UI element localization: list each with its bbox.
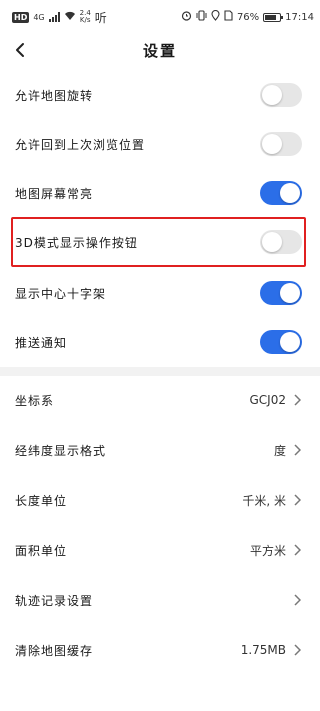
setting-row-length-unit[interactable]: 长度单位 千米, 米 <box>0 476 320 524</box>
setting-value: 1.75MB <box>240 643 286 657</box>
chevron-right-icon <box>292 443 302 457</box>
setting-value-group: 平方米 <box>250 542 302 559</box>
toggle-knob <box>262 134 282 154</box>
highlight-box <box>11 217 306 267</box>
setting-value: GCJ02 <box>249 393 287 407</box>
setting-row-track-recording[interactable]: 轨迹记录设置 <box>0 576 320 624</box>
chevron-right-icon <box>292 393 302 407</box>
chevron-right-icon <box>292 643 302 657</box>
setting-value: 度 <box>273 443 286 458</box>
setting-row-map-rotation: 允许地图旋转 <box>0 71 320 119</box>
setting-row-restore-last-view: 允许回到上次浏览位置 <box>0 120 320 168</box>
setting-label: 推送通知 <box>15 335 68 350</box>
location-icon <box>211 9 220 24</box>
setting-label: 长度单位 <box>15 493 68 508</box>
toggle-knob <box>262 85 282 105</box>
setting-value: 平方米 <box>249 543 286 558</box>
header: 设置 <box>0 34 320 66</box>
speed-unit: K/s <box>79 16 91 24</box>
setting-label: 面积单位 <box>15 543 68 558</box>
push-notifications-toggle[interactable] <box>260 330 302 354</box>
setting-value-group: 千米, 米 <box>242 492 302 509</box>
setting-label: 允许地图旋转 <box>15 88 94 103</box>
battery-icon <box>263 12 284 22</box>
center-crosshair-toggle[interactable] <box>260 281 302 305</box>
setting-row-push-notifications: 推送通知 <box>0 318 320 366</box>
setting-value-group: 度 <box>274 442 302 459</box>
setting-label: 经纬度显示格式 <box>15 443 107 458</box>
sim-icon <box>224 10 233 24</box>
setting-label: 轨迹记录设置 <box>15 593 94 608</box>
network-label: 4G <box>33 12 45 22</box>
network-speed: 2.4 K/s <box>80 10 91 24</box>
hd-badge: HD <box>12 11 30 23</box>
setting-value-group: GCJ02 <box>250 393 303 407</box>
setting-label: 坐标系 <box>15 393 55 408</box>
setting-row-keep-screen-on: 地图屏幕常亮 <box>0 169 320 217</box>
keep-screen-on-toggle[interactable] <box>260 181 302 205</box>
setting-label: 清除地图缓存 <box>15 643 94 658</box>
setting-value: 千米, 米 <box>242 493 286 508</box>
signal-icon <box>48 12 60 22</box>
alarm-icon <box>181 10 192 24</box>
battery-percent: 76% <box>236 11 260 23</box>
setting-label: 允许回到上次浏览位置 <box>15 137 146 152</box>
setting-row-center-crosshair: 显示中心十字架 <box>0 269 320 317</box>
vibrate-icon <box>196 10 207 24</box>
chevron-right-icon <box>292 593 302 607</box>
toggle-knob <box>280 183 300 203</box>
restore-last-view-toggle[interactable] <box>260 132 302 156</box>
toggle-knob <box>280 332 300 352</box>
app-notification-text: 听 <box>94 10 107 25</box>
chevron-right-icon <box>292 493 302 507</box>
setting-value-group: 1.75MB <box>241 643 302 657</box>
chevron-right-icon <box>292 543 302 557</box>
setting-row-area-unit[interactable]: 面积单位 平方米 <box>0 526 320 574</box>
setting-label: 地图屏幕常亮 <box>15 186 94 201</box>
wifi-icon <box>64 11 76 24</box>
setting-row-clear-map-cache[interactable]: 清除地图缓存 1.75MB <box>0 626 320 674</box>
setting-label: 显示中心十字架 <box>15 286 107 301</box>
page-title: 设置 <box>142 42 177 60</box>
setting-row-coordinate-system[interactable]: 坐标系 GCJ02 <box>0 376 320 424</box>
map-rotation-toggle[interactable] <box>260 83 302 107</box>
setting-value-group <box>286 593 302 607</box>
section-divider <box>0 367 320 376</box>
toggle-knob <box>280 283 300 303</box>
status-bar: HD 4G 2.4 K/s 听 76% 17:14 <box>0 0 320 34</box>
setting-row-latlng-format[interactable]: 经纬度显示格式 度 <box>0 426 320 474</box>
clock: 17:14 <box>285 11 314 23</box>
